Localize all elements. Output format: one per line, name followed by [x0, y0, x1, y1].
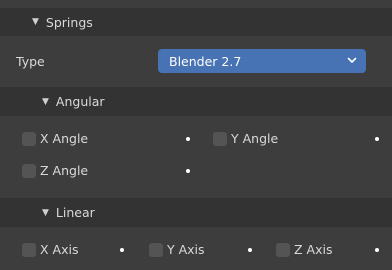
type-label: Type	[16, 54, 45, 69]
springs-panel: ▼ Springs Type Blender 2.7 ▼ Angular X A…	[0, 0, 392, 270]
x-angle-checkbox[interactable]	[22, 132, 36, 146]
springs-panel-header[interactable]: ▼ Springs	[0, 8, 392, 36]
x-angle-animate-dot[interactable]	[186, 137, 190, 141]
y-axis-checkbox[interactable]	[149, 243, 163, 257]
linear-subpanel-header[interactable]: ▼ Linear	[0, 198, 392, 227]
y-angle-checkbox[interactable]	[213, 132, 227, 146]
angular-subpanel-title: Angular	[55, 94, 105, 109]
z-axis-animate-dot[interactable]	[375, 248, 379, 252]
linear-subpanel-title: Linear	[55, 205, 95, 220]
x-axis-checkbox[interactable]	[22, 243, 36, 257]
y-axis-label[interactable]: Y Axis	[167, 242, 205, 257]
springs-panel-title: Springs	[45, 14, 93, 30]
x-axis-animate-dot[interactable]	[120, 248, 124, 252]
z-angle-animate-dot[interactable]	[186, 169, 190, 173]
z-axis-checkbox[interactable]	[276, 243, 290, 257]
z-axis-label[interactable]: Z Axis	[294, 242, 332, 257]
z-angle-label[interactable]: Z Angle	[40, 163, 88, 178]
disclosure-triangle-icon: ▼	[42, 207, 49, 218]
z-angle-checkbox[interactable]	[22, 164, 36, 178]
disclosure-triangle-icon: ▼	[42, 96, 49, 107]
chevron-down-icon	[347, 57, 357, 63]
type-row: Type Blender 2.7	[0, 49, 392, 75]
disclosure-triangle-icon: ▼	[32, 17, 39, 27]
angular-subpanel-header[interactable]: ▼ Angular	[0, 87, 392, 116]
y-axis-animate-dot[interactable]	[248, 248, 252, 252]
y-angle-animate-dot[interactable]	[375, 137, 379, 141]
y-angle-label[interactable]: Y Angle	[231, 131, 278, 146]
type-dropdown-value: Blender 2.7	[169, 53, 242, 69]
x-angle-label[interactable]: X Angle	[40, 131, 88, 146]
x-axis-label[interactable]: X Axis	[40, 242, 78, 257]
type-dropdown[interactable]: Blender 2.7	[158, 49, 366, 73]
